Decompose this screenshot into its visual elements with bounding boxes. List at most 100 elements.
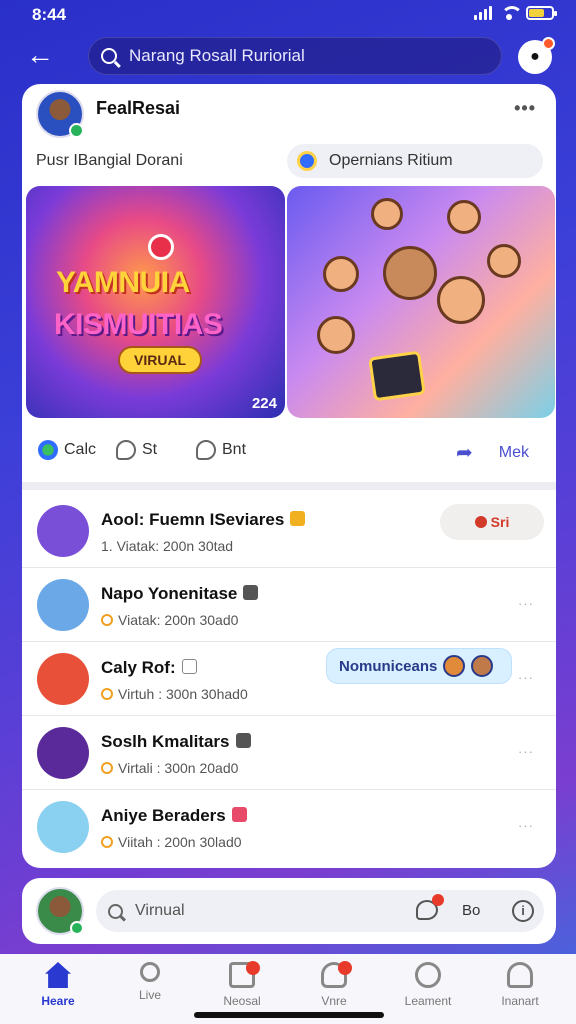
- composer-placeholder: Virnual: [135, 902, 185, 919]
- search-icon: [108, 903, 123, 919]
- book-icon: [368, 350, 426, 402]
- section-divider: [22, 482, 556, 490]
- list-item[interactable]: Caly Rof: Virtuh : 300n 30had0 Nomunicea…: [22, 642, 556, 716]
- like-action[interactable]: Calc: [38, 440, 96, 460]
- item-meta: Virtuh : 300n 30had0: [101, 686, 248, 702]
- item-name-text: Aniye Beraders: [101, 806, 226, 825]
- comment-action[interactable]: St: [116, 440, 157, 460]
- item-more-icon[interactable]: ···: [518, 670, 534, 685]
- character-face: [371, 198, 403, 230]
- post-header: FealResai •••: [22, 84, 556, 144]
- item-meta-text: Viatak: 200n 30ad0: [118, 612, 239, 628]
- rocket-icon: [148, 234, 174, 260]
- item-avatar: [37, 579, 89, 631]
- comment-icon: [116, 440, 136, 460]
- nav-label: Vnre: [321, 994, 347, 1008]
- message-label: Bnt: [222, 441, 247, 458]
- grid-icon: [181, 659, 197, 674]
- feed-card: FealResai ••• Pusr IBangial Dorani Opern…: [22, 84, 556, 868]
- composer-label[interactable]: Bo: [462, 902, 480, 919]
- search-input[interactable]: Narang Rosall Ruriorial: [88, 37, 502, 75]
- composer-avatar[interactable]: [36, 887, 84, 935]
- nav-profile[interactable]: Inanart: [472, 962, 568, 1008]
- search-icon: [140, 962, 160, 982]
- character-face: [437, 276, 485, 324]
- poster-title-line1: YAMNUIA: [56, 266, 190, 299]
- list-item[interactable]: Soslh Kmalitars Virtali : 300n 20ad0 ···: [22, 716, 556, 790]
- character-face: [447, 200, 481, 234]
- nav-label: Neosal: [223, 994, 261, 1008]
- pin-icon: [297, 151, 317, 171]
- item-name-text: Caly Rof:: [101, 658, 176, 677]
- item-meta: 1. Viatak: 200n 30tad: [101, 538, 234, 554]
- face-icon: [415, 962, 441, 988]
- item-name-text: Aool: Fuemn ISeviares: [101, 510, 285, 529]
- battery-icon: [526, 6, 557, 20]
- community-chip[interactable]: Nomuniceans: [326, 648, 512, 684]
- viewer-icon: [101, 762, 113, 774]
- notification-dot: [432, 894, 444, 906]
- nav-label: Live: [138, 988, 161, 1002]
- nav-learn[interactable]: Leament: [380, 962, 476, 1008]
- post-subtitle: Pusr IBangial Dorani: [36, 152, 183, 169]
- gallery-icon: [229, 961, 260, 988]
- community-chip-label: Nomuniceans: [339, 657, 438, 675]
- item-meta-text: Viitah : 200n 30lad0: [118, 834, 242, 850]
- list-item[interactable]: Aool: Fuemn ISeviares 1. Viatak: 200n 30…: [22, 494, 556, 568]
- status-time: 8:44: [32, 5, 67, 24]
- ghost-icon: ●: [530, 48, 540, 65]
- item-more-icon[interactable]: ···: [518, 744, 534, 759]
- item-name: Soslh Kmalitars: [101, 732, 251, 752]
- item-meta: Virtali : 300n 20ad0: [101, 760, 238, 776]
- nav-live[interactable]: Live: [102, 962, 198, 1002]
- item-name-text: Napo Yonenitase: [101, 584, 238, 603]
- group-icon: [321, 961, 352, 988]
- item-name: Caly Rof:: [101, 658, 197, 678]
- viewer-icon: [101, 688, 113, 700]
- post-image-group[interactable]: [287, 186, 555, 418]
- item-meta-text: Virtali : 300n 20ad0: [118, 760, 239, 776]
- status-icons: [474, 6, 557, 20]
- post-author[interactable]: FealResai: [96, 98, 180, 119]
- item-more-icon[interactable]: ···: [518, 596, 534, 611]
- list-item[interactable]: Aniye Beraders Viitah : 200n 30lad0 ···: [22, 790, 556, 864]
- back-arrow-icon[interactable]: ←: [24, 40, 56, 72]
- topic-pill[interactable]: Opernians Ritium: [287, 144, 543, 178]
- profile-avatar[interactable]: ●: [518, 37, 555, 74]
- nav-home[interactable]: Heare: [10, 962, 106, 1008]
- info-icon[interactable]: i: [512, 900, 534, 922]
- search-icon: [101, 48, 117, 64]
- poster-year: 224: [251, 395, 277, 412]
- share-arrow-icon: ➦: [456, 442, 473, 464]
- home-indicator[interactable]: [194, 1012, 384, 1018]
- item-name: Napo Yonenitase: [101, 584, 259, 604]
- nav-vnre[interactable]: Vnre: [286, 961, 382, 1008]
- home-icon: [45, 962, 71, 988]
- character-face: [317, 316, 355, 354]
- poster-title-line2: KISMUITIAS: [54, 308, 223, 341]
- wifi-icon: [500, 6, 523, 20]
- person-icon: [507, 962, 533, 988]
- nav-label: Leament: [404, 994, 452, 1008]
- post-image-poster[interactable]: YAMNUIA KISMUITIAS VIRUAL 224: [26, 186, 285, 418]
- nav-social[interactable]: Neosal: [194, 961, 290, 1008]
- item-more-icon[interactable]: ···: [518, 818, 534, 833]
- like-label: Calc: [64, 441, 97, 458]
- notification-badge: [246, 961, 260, 975]
- list-item[interactable]: Napo Yonenitase Viatak: 200n 30ad0 ···: [22, 568, 556, 642]
- composer-input[interactable]: Virnual Bo i: [96, 890, 544, 932]
- item-avatar: [37, 505, 89, 557]
- follow-button[interactable]: Sri: [440, 504, 544, 540]
- notification-badge: [338, 961, 352, 975]
- item-meta: Viitah : 200n 30lad0: [101, 834, 242, 850]
- character-face: [487, 244, 521, 278]
- character-face: [383, 246, 437, 300]
- item-avatar: [37, 653, 89, 705]
- share-action[interactable]: ➦ Mek: [456, 440, 529, 465]
- poster-tag: VIRUAL: [118, 346, 203, 374]
- item-avatar: [37, 727, 89, 779]
- more-options-icon[interactable]: •••: [514, 98, 536, 119]
- author-avatar[interactable]: [36, 90, 84, 138]
- message-action[interactable]: Bnt: [196, 440, 246, 460]
- chat-bubble-icon[interactable]: [416, 894, 444, 920]
